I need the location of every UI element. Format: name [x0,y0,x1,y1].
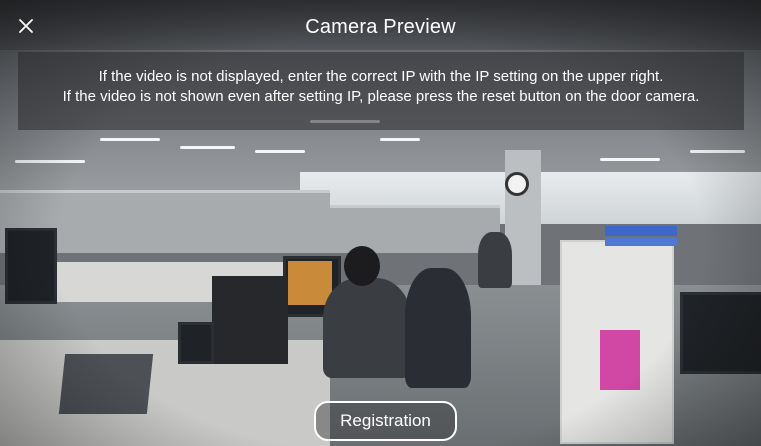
registration-button[interactable]: Registration [314,401,457,441]
camera-preview-screen: Camera Preview If the video is not displ… [0,0,761,446]
notice-line-1: If the video is not displayed, enter the… [98,68,664,85]
notice-line-2: If the video is not shown even after set… [62,88,700,105]
notice-banner: If the video is not displayed, enter the… [18,52,744,130]
page-title: Camera Preview [305,16,456,38]
registration-button-label: Registration [340,411,431,430]
